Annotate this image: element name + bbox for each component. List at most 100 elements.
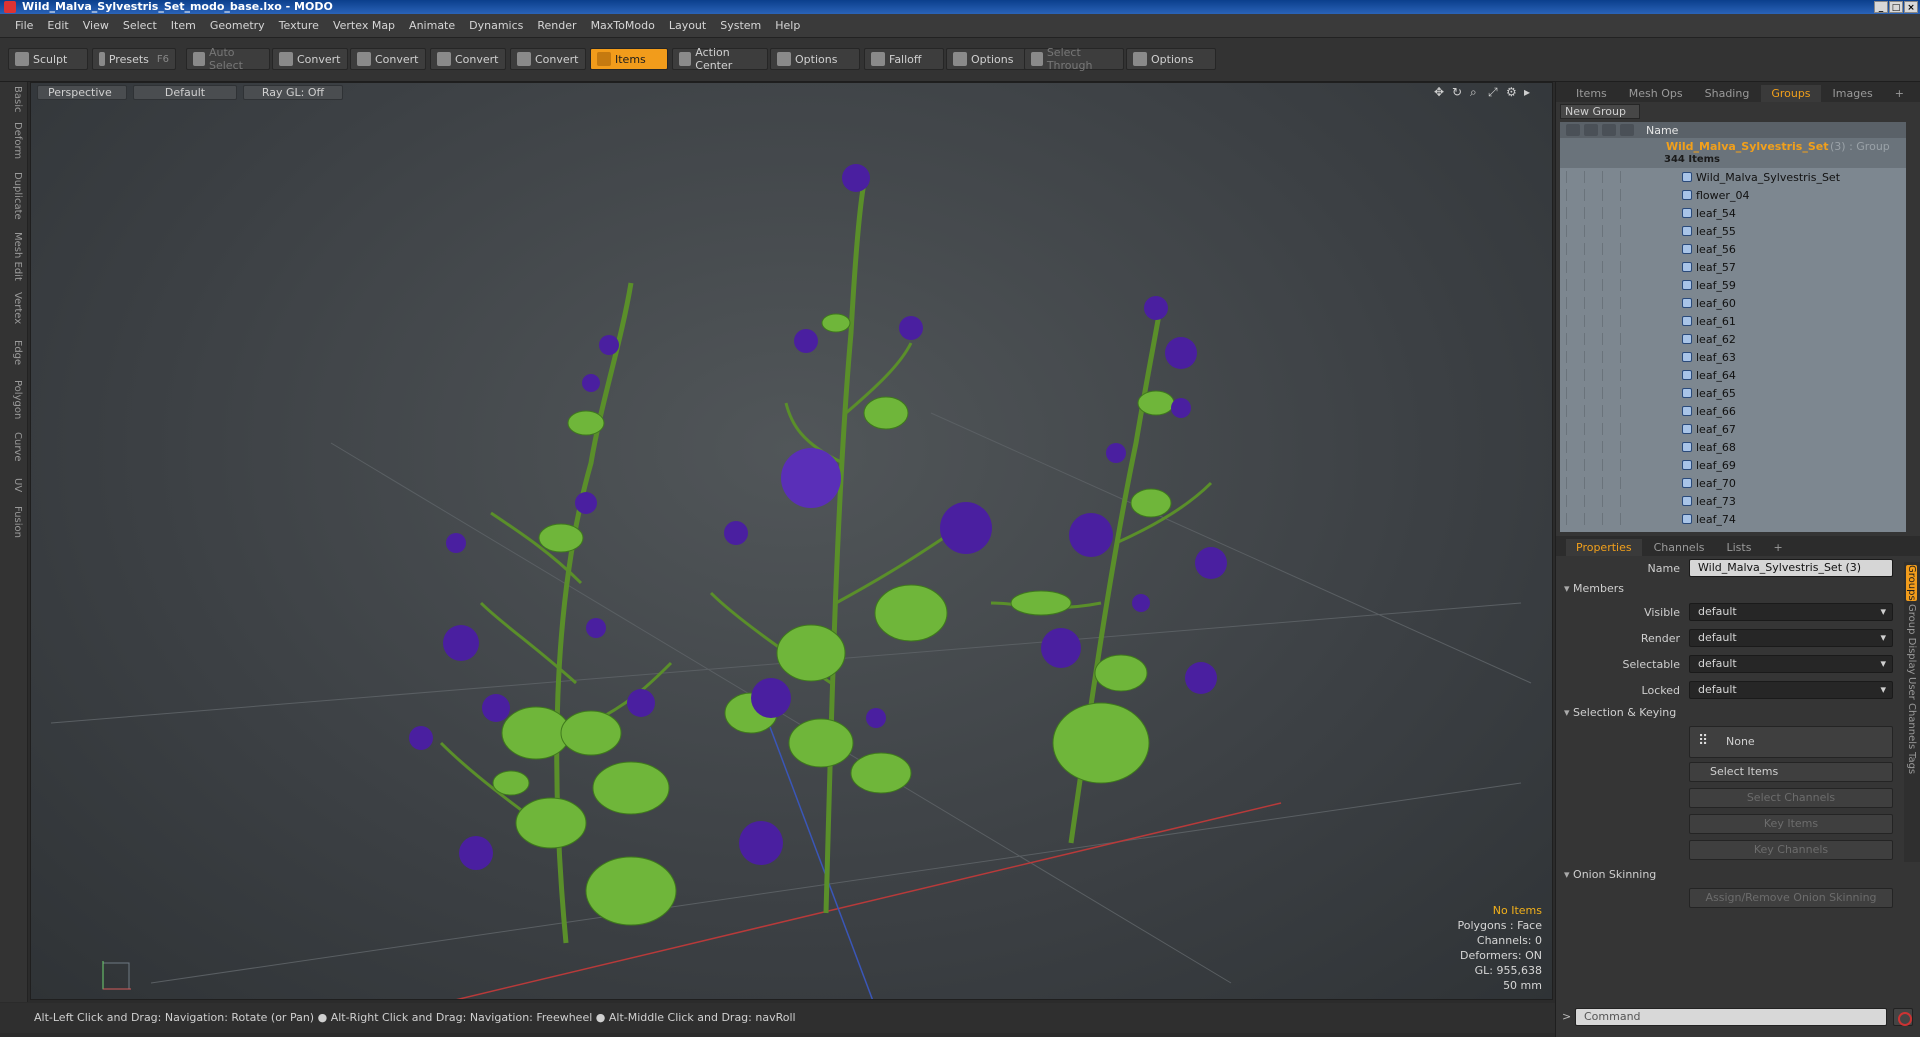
tab-properties[interactable]: Properties [1566,539,1642,556]
menu-animate[interactable]: Animate [402,19,462,32]
tab-channels[interactable]: Channels [1644,539,1715,556]
close-icon[interactable]: × [1904,1,1918,13]
list-item[interactable]: leaf_61 [1560,312,1906,330]
list-item[interactable]: leaf_66 [1560,402,1906,420]
list-item[interactable]: leaf_69 [1560,456,1906,474]
list-item[interactable]: leaf_54 [1560,204,1906,222]
onion-skinning-button[interactable]: Assign/Remove Onion Skinning [1689,888,1893,908]
tab-items[interactable]: Items [1566,85,1617,102]
menu-item[interactable]: Item [164,19,203,32]
side-tab-user-channels[interactable]: User Channels [1906,677,1917,749]
convert-button-4[interactable]: Convert [510,48,586,70]
members-section[interactable]: Members [1564,582,1624,595]
name-field[interactable]: Wild_Malva_Sylvestris_Set (3) [1689,559,1893,577]
list-item[interactable]: leaf_64 [1560,366,1906,384]
select-channels-button[interactable]: Select Channels [1689,788,1893,808]
menu-help[interactable]: Help [768,19,807,32]
list-item[interactable]: leaf_63 [1560,348,1906,366]
side-tab-groups[interactable]: Groups [1906,565,1917,601]
record-icon[interactable] [1893,1008,1913,1026]
selection-keying-section[interactable]: Selection & Keying [1564,706,1676,719]
tab-vertex[interactable]: Vertex [5,292,23,324]
side-tab-tags[interactable]: Tags [1906,752,1917,774]
list-item[interactable]: leaf_62 [1560,330,1906,348]
none-button[interactable]: ⠿ None [1689,726,1893,758]
list-item[interactable]: leaf_56 [1560,240,1906,258]
tab-edge[interactable]: Edge [5,340,23,365]
menu-select[interactable]: Select [116,19,164,32]
tab-fusion[interactable]: Fusion [5,506,23,538]
list-item[interactable]: leaf_59 [1560,276,1906,294]
maximize-icon[interactable]: □ [1889,1,1903,13]
items-mode-button[interactable]: Items [590,48,668,70]
sculpt-button[interactable]: Sculpt [8,48,88,70]
tab-groups[interactable]: Groups [1761,85,1821,102]
menu-geometry[interactable]: Geometry [203,19,272,32]
minimize-icon[interactable]: _ [1874,1,1888,13]
name-column-header[interactable]: Name [1646,124,1678,137]
tab-shading[interactable]: Shading [1695,85,1760,102]
selectable-dropdown[interactable]: default [1689,655,1893,673]
select-options-button[interactable]: Options [1126,48,1216,70]
list-item[interactable]: leaf_60 [1560,294,1906,312]
onion-skinning-section[interactable]: Onion Skinning [1564,868,1656,881]
menu-file[interactable]: File [8,19,40,32]
select-through-button[interactable]: Select Through [1024,46,1124,72]
select-items-button[interactable]: Select Items [1689,762,1893,782]
eye-icon[interactable] [1566,124,1580,136]
list-item[interactable]: leaf_57 [1560,258,1906,276]
action-center-button[interactable]: Action Center [672,46,768,72]
auto-select-button[interactable]: Auto Select [186,46,270,72]
tab-uv[interactable]: UV [5,478,23,492]
tab-curve[interactable]: Curve [5,432,23,462]
menu-view[interactable]: View [76,19,116,32]
list-item[interactable]: leaf_68 [1560,438,1906,456]
key-items-button[interactable]: Key Items [1689,814,1893,834]
list-item[interactable]: leaf_67 [1560,420,1906,438]
locked-dropdown[interactable]: default [1689,681,1893,699]
falloff-options-button[interactable]: Options [946,48,1036,70]
command-input[interactable]: Command [1575,1008,1887,1026]
list-item[interactable]: leaf_74 [1560,510,1906,528]
tab-images[interactable]: Images [1823,85,1883,102]
tab-basic[interactable]: Basic [5,86,23,112]
side-tab-group-display[interactable]: Group Display [1906,604,1917,674]
convert-button-2[interactable]: Convert [350,48,426,70]
menu-maxtomodo[interactable]: MaxToModo [584,19,662,32]
list-item[interactable]: leaf_55 [1560,222,1906,240]
menu-vertex-map[interactable]: Vertex Map [326,19,402,32]
tab-mesh-edit[interactable]: Mesh Edit [5,232,23,281]
render-icon[interactable] [1584,124,1598,136]
visible-dropdown[interactable]: default [1689,603,1893,621]
add-tab-icon[interactable]: + [1885,85,1914,102]
convert-button-1[interactable]: Convert [272,48,348,70]
presets-button[interactable]: Presets F6 [92,48,176,70]
menu-layout[interactable]: Layout [662,19,713,32]
falloff-button[interactable]: Falloff [864,48,944,70]
list-item[interactable]: leaf_65 [1560,384,1906,402]
list-item[interactable]: flower_04 [1560,186,1906,204]
render-dropdown[interactable]: default [1689,629,1893,647]
3d-viewport[interactable]: Perspective Default Ray GL: Off ✥ ↻ ⌕ ⤢ … [30,82,1553,1000]
tab-deform[interactable]: Deform [5,122,23,159]
group-row[interactable]: Wild_Malva_Sylvestris_Set (3) : Group 34… [1560,138,1906,168]
tab-lists[interactable]: Lists [1717,539,1762,556]
list-item[interactable]: leaf_70 [1560,474,1906,492]
tab-polygon[interactable]: Polygon [5,380,23,419]
menu-system[interactable]: System [713,19,768,32]
convert-button-3[interactable]: Convert [430,48,506,70]
lock-icon[interactable] [1602,124,1616,136]
menu-dynamics[interactable]: Dynamics [462,19,530,32]
list-item[interactable]: Wild_Malva_Sylvestris_Set [1560,168,1906,186]
menu-render[interactable]: Render [530,19,583,32]
menu-edit[interactable]: Edit [40,19,75,32]
key-channels-button[interactable]: Key Channels [1689,840,1893,860]
new-group-button[interactable]: New Group [1560,104,1640,119]
list-item[interactable]: leaf_73 [1560,492,1906,510]
tab-duplicate[interactable]: Duplicate [5,172,23,220]
menu-texture[interactable]: Texture [272,19,326,32]
tab-mesh-ops[interactable]: Mesh Ops [1619,85,1693,102]
action-center-options-button[interactable]: Options [770,48,860,70]
select-icon[interactable] [1620,124,1634,136]
add-tab-icon[interactable]: + [1763,539,1792,556]
